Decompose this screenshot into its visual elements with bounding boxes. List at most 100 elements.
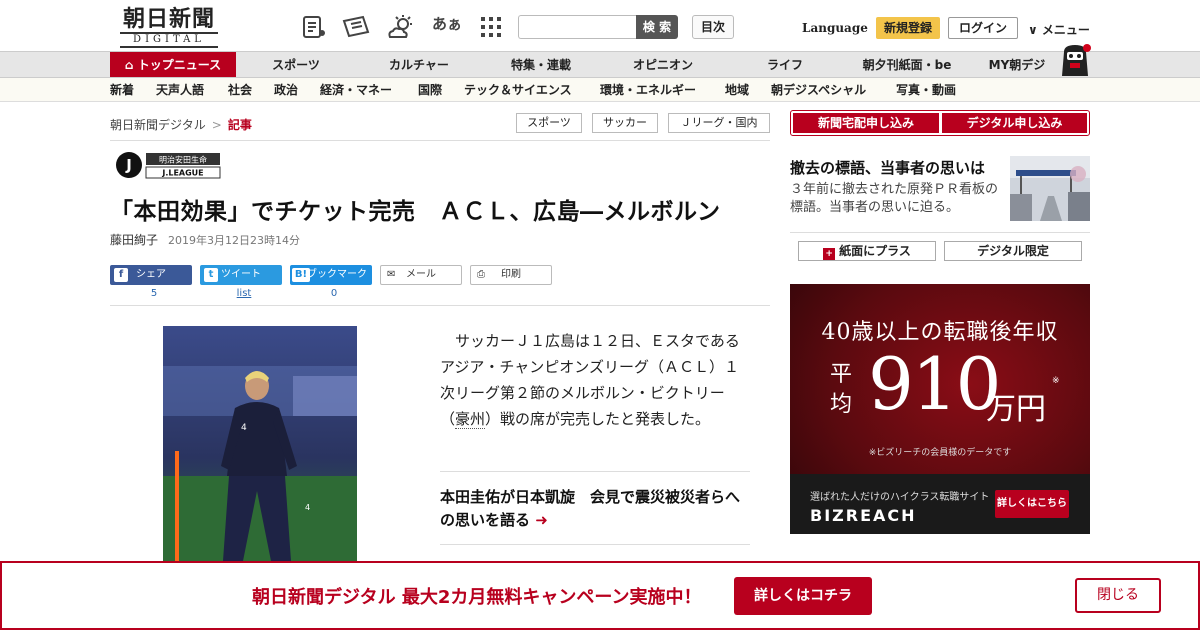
ticket-icon[interactable] xyxy=(341,14,371,40)
site-logo[interactable]: 朝日新聞 DIGITAL xyxy=(110,7,228,48)
related-article-link[interactable]: 本田圭佑が日本凱旋 会見で震災被災者らへの思いを語る ➜ xyxy=(440,486,752,532)
nav2-item-new[interactable]: 新着 xyxy=(110,78,134,102)
grid-icon[interactable] xyxy=(478,14,504,40)
search-input[interactable] xyxy=(518,15,638,39)
breadcrumb: 朝日新聞デジタル > 記事 xyxy=(110,116,252,133)
facebook-share-button[interactable]: f シェア xyxy=(110,265,192,285)
ad-average-label: 平均 xyxy=(830,362,853,417)
nav2-item-photo[interactable]: 写真・動画 xyxy=(896,78,956,102)
article-body: サッカーＪ１広島は１２日、Ｅスタであるアジア・チャンピオンズリーグ（ＡＣＬ）１次… xyxy=(440,332,740,429)
ad-brand: BIZREACH xyxy=(810,506,917,525)
hatena-icon: B! xyxy=(292,268,310,282)
jleague-logo[interactable]: J 明治安田生命 J.LEAGUE xyxy=(116,150,222,180)
breadcrumb-separator: > xyxy=(211,118,222,132)
nav2-item-tensei[interactable]: 天声人語 xyxy=(156,78,204,102)
feature-thumbnail[interactable] xyxy=(1010,156,1090,221)
nav-item-culture[interactable]: カルチャー xyxy=(378,52,460,77)
mail-button[interactable]: ✉ メール xyxy=(380,265,462,285)
primary-nav: ⌂ トップニュース スポーツ カルチャー 特集・連載 オピニオン ライフ 朝夕刊… xyxy=(0,52,1200,78)
contents-button[interactable]: 目次 xyxy=(692,15,734,39)
sponsor-text: 明治安田生命 xyxy=(159,155,207,165)
digital-subscribe-button[interactable]: デジタル申し込み xyxy=(942,113,1087,133)
nav-item-my-asahi[interactable]: MY朝デジ xyxy=(982,52,1052,77)
tag-jleague[interactable]: Ｊリーグ・国内 xyxy=(668,113,770,133)
publish-date: 2019年3月12日23時14分 xyxy=(168,234,300,247)
ad-note: ※ビズリーチの会員様のデータです xyxy=(868,448,1012,458)
divider xyxy=(110,140,770,141)
nav2-item-politics[interactable]: 政治 xyxy=(274,78,298,102)
breadcrumb-current: 記事 xyxy=(227,118,252,132)
article-title: 「本田効果」でチケット完売 ＡＣＬ、広島―メルボルン xyxy=(110,198,721,225)
nav2-item-international[interactable]: 国際 xyxy=(418,78,442,102)
nav2-item-region[interactable]: 地域 xyxy=(725,78,749,102)
nav-item-newspaper[interactable]: 朝夕刊紙面・be xyxy=(854,52,960,77)
feature-description: ３年前に撤去された原発ＰＲ看板の標語。当事者の思いに迫る。 xyxy=(790,182,999,215)
close-button[interactable]: 閉じる xyxy=(1075,578,1161,613)
ad-banner[interactable]: 40歳以上の転職後年収 平均 910 万円 ※ ※ビズリーチの会員様のデータです… xyxy=(790,284,1090,534)
language-link[interactable]: Language xyxy=(802,21,868,35)
campaign-message: 朝日新聞デジタル 最大2カ月無料キャンペーン実施中！ xyxy=(252,587,702,608)
ad-subtitle: 選ばれた人だけのハイクラス転職サイト xyxy=(810,492,990,503)
twitter-share-button[interactable]: t ツイート xyxy=(200,265,282,285)
paper-icon[interactable] xyxy=(301,14,327,40)
divider xyxy=(110,305,770,306)
nav-item-sports[interactable]: スポーツ xyxy=(258,52,334,77)
ad-unit: 万円 xyxy=(986,392,1046,427)
ad-amount: 910 xyxy=(868,342,1001,426)
ad-mark: ※ xyxy=(1052,376,1060,386)
tag-soccer[interactable]: サッカー xyxy=(592,113,658,133)
svg-text:J: J xyxy=(125,156,132,174)
nav-item-features[interactable]: 特集・連載 xyxy=(500,52,582,77)
mail-icon: ✉ xyxy=(387,269,396,280)
print-icon: ⎙ xyxy=(477,269,485,280)
search-button[interactable]: 検 索 xyxy=(636,15,678,39)
secondary-nav: 新着 天声人語 社会 政治 経済・マネー 国際 テック＆サイエンス 環境・エネル… xyxy=(0,78,1200,102)
twitter-icon: t xyxy=(204,268,218,282)
divider xyxy=(440,471,750,472)
nav2-item-tech[interactable]: テック＆サイエンス xyxy=(464,78,572,102)
facebook-share-count: 5 xyxy=(150,288,158,299)
campaign-detail-button[interactable]: 詳しくはコチラ xyxy=(734,577,872,615)
divider xyxy=(790,232,1090,233)
ruby-link[interactable]: 豪州 xyxy=(455,410,486,429)
mascot-icon[interactable] xyxy=(1058,42,1092,78)
hatena-bookmark-button[interactable]: B! ブックマーク xyxy=(290,265,372,285)
tag-sports[interactable]: スポーツ xyxy=(516,113,582,133)
subscribe-box: 新聞宅配申し込み デジタル申し込み xyxy=(790,110,1090,136)
nav-item-life[interactable]: ライフ xyxy=(750,52,820,77)
menu-button[interactable]: ∨ メニュー xyxy=(1028,21,1090,38)
nav2-item-environment[interactable]: 環境・エネルギー xyxy=(600,78,696,102)
article-photo[interactable]: 4 4 xyxy=(163,326,357,566)
nav2-item-economy[interactable]: 経済・マネー xyxy=(320,78,392,102)
facebook-icon: f xyxy=(114,268,128,282)
home-icon: ⌂ xyxy=(124,58,138,72)
digital-only-button[interactable]: デジタル限定 xyxy=(944,241,1082,261)
home-delivery-button[interactable]: 新聞宅配申し込み xyxy=(793,113,939,133)
league-text: J.LEAGUE xyxy=(161,169,203,178)
article-byline: 藤田絢子 2019年3月12日23時14分 xyxy=(110,231,300,248)
register-button[interactable]: 新規登録 xyxy=(876,17,940,39)
divider xyxy=(440,544,750,545)
twitter-list-link[interactable]: list xyxy=(203,288,285,299)
site-header: 朝日新聞 DIGITAL あぁ 検 索 目次 Language 新規登録 ログイ… xyxy=(0,0,1200,52)
campaign-banner: 朝日新聞デジタル 最大2カ月無料キャンペーン実施中！ 詳しくはコチラ 閉じる xyxy=(0,561,1200,630)
breadcrumb-home[interactable]: 朝日新聞デジタル xyxy=(110,118,206,132)
logo-jp: 朝日新聞 xyxy=(122,6,215,32)
svg-text:4: 4 xyxy=(241,423,247,433)
nav-item-opinion[interactable]: オピニオン xyxy=(622,52,704,77)
ad-cta-button[interactable]: 詳しくはこちら xyxy=(995,490,1069,518)
paper-plus-button[interactable]: + 紙面にプラス xyxy=(798,241,936,261)
feature-title[interactable]: 撤去の標語、当事者の思いは xyxy=(790,157,985,178)
print-button[interactable]: ⎙ 印刷 xyxy=(470,265,552,285)
weather-icon[interactable] xyxy=(386,14,416,40)
arrow-right-icon: ➜ xyxy=(535,511,548,529)
svg-text:4: 4 xyxy=(305,503,310,512)
nav-item-top-news[interactable]: ⌂ トップニュース xyxy=(110,52,236,77)
nav2-item-society[interactable]: 社会 xyxy=(228,78,252,102)
font-size-icon[interactable]: あぁ xyxy=(432,13,462,39)
author-name[interactable]: 藤田絢子 xyxy=(110,233,158,247)
hatena-bookmark-count: 0 xyxy=(330,288,338,299)
login-button[interactable]: ログイン xyxy=(948,17,1018,39)
nav2-item-special[interactable]: 朝デジスペシャル xyxy=(771,78,866,102)
logo-en: DIGITAL xyxy=(120,32,218,48)
